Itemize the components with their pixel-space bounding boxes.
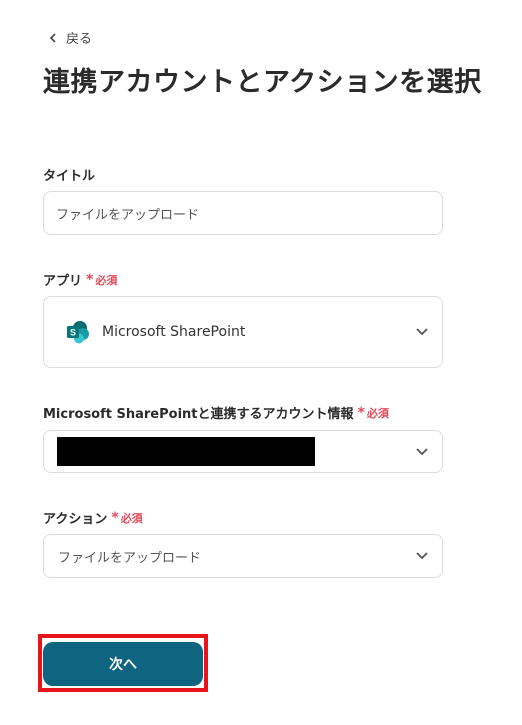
back-label: 戻る xyxy=(66,32,93,47)
sharepoint-icon: S xyxy=(67,321,89,344)
app-select[interactable]: S Microsoft SharePoint xyxy=(43,296,443,368)
back-link[interactable]: 戻る xyxy=(48,28,92,47)
next-button[interactable]: 次へ xyxy=(43,642,203,686)
chevron-down-icon xyxy=(416,447,428,455)
account-field-label-text: Microsoft SharePointと連携するアカウント情報 xyxy=(43,407,354,422)
chevron-left-icon xyxy=(49,32,56,43)
required-badge: * 必須 xyxy=(357,404,389,421)
page-title: 連携アカウントとアクションを選択 xyxy=(43,67,482,98)
required-badge: * 必須 xyxy=(111,509,143,526)
next-button-label: 次へ xyxy=(109,657,137,673)
title-input[interactable] xyxy=(44,205,442,221)
app-field-label-text: アプリ xyxy=(43,274,83,289)
account-select[interactable] xyxy=(43,430,443,473)
action-select[interactable]: ファイルをアップロード xyxy=(43,534,443,578)
action-field-label: アクション * 必須 xyxy=(43,508,143,528)
app-field-label: アプリ * 必須 xyxy=(43,270,118,290)
chevron-down-icon xyxy=(416,328,428,336)
account-field-label: Microsoft SharePointと連携するアカウント情報 * 必須 xyxy=(43,403,389,423)
title-field[interactable] xyxy=(43,191,443,235)
app-select-value: Microsoft SharePoint xyxy=(102,324,246,340)
action-select-value: ファイルをアップロード xyxy=(58,550,202,566)
title-field-label-text: タイトル xyxy=(43,169,96,184)
action-field-label-text: アクション xyxy=(43,512,108,527)
redacted-account-value xyxy=(57,437,315,466)
chevron-down-icon xyxy=(416,552,428,560)
title-field-label: タイトル xyxy=(43,165,95,184)
svg-text:S: S xyxy=(70,328,76,338)
required-badge: * 必須 xyxy=(86,271,118,288)
